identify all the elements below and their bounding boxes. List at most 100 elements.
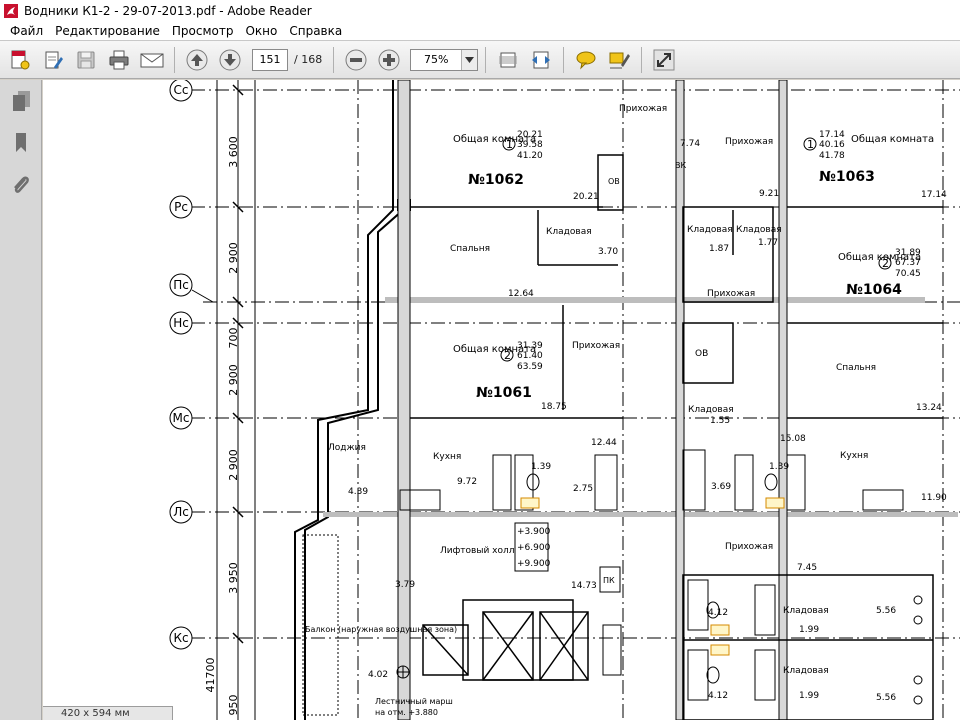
next-page-button[interactable] <box>216 46 244 74</box>
zoom-dropdown-button[interactable] <box>461 49 478 70</box>
room-type: Общая комната <box>851 134 934 145</box>
pages-panel-button[interactable] <box>8 88 34 114</box>
svg-text:Спальня: Спальня <box>450 244 490 254</box>
svg-text:17.14: 17.14 <box>921 190 947 200</box>
svg-text:11.90: 11.90 <box>921 493 947 503</box>
plus-circle-icon <box>378 49 400 70</box>
svg-text:63.59: 63.59 <box>517 362 543 372</box>
save-button[interactable] <box>72 46 100 74</box>
svg-text:13.24: 13.24 <box>916 403 942 413</box>
attachments-panel-button[interactable] <box>8 172 34 198</box>
expand-arrows-icon <box>653 49 675 70</box>
svg-text:ПК: ПК <box>603 576 615 585</box>
menu-help[interactable]: Справка <box>283 24 348 38</box>
email-button[interactable] <box>138 46 166 74</box>
svg-text:Кладовая: Кладовая <box>783 606 829 616</box>
svg-text:40.16: 40.16 <box>819 140 845 150</box>
apartment-number: №1061 <box>476 385 532 401</box>
svg-text:1: 1 <box>506 138 513 151</box>
navigation-panel <box>0 80 42 720</box>
menu-file[interactable]: Файл <box>4 24 49 38</box>
create-pdf-button[interactable] <box>6 46 34 74</box>
svg-text:12.44: 12.44 <box>591 438 617 448</box>
edit-pdf-button[interactable] <box>39 46 67 74</box>
svg-text:7.45: 7.45 <box>797 563 817 573</box>
zoom-in-button[interactable] <box>375 46 403 74</box>
svg-text:на отм. +3.880: на отм. +3.880 <box>375 708 438 717</box>
dimension-labels: 3 600 2 900 700 2 900 2 900 3 950 41700 … <box>204 136 240 715</box>
zoom-out-button[interactable] <box>342 46 370 74</box>
menu-view[interactable]: Просмотр <box>166 24 240 38</box>
bookmarks-panel-button[interactable] <box>8 130 34 156</box>
svg-text:+6.900: +6.900 <box>517 543 551 553</box>
svg-text:1.87: 1.87 <box>709 244 729 254</box>
fit-width-button[interactable] <box>527 46 555 74</box>
svg-text:3.79: 3.79 <box>395 580 415 590</box>
svg-text:1.39: 1.39 <box>769 462 789 472</box>
svg-text:2 900: 2 900 <box>227 449 240 481</box>
svg-text:Кладовая: Кладовая <box>736 225 782 235</box>
pages-icon <box>12 91 30 111</box>
arrow-up-circle-icon <box>186 49 208 70</box>
svg-text:ОВ: ОВ <box>695 349 708 359</box>
svg-text:41.20: 41.20 <box>517 151 543 161</box>
svg-text:12.64: 12.64 <box>508 289 534 299</box>
svg-text:4.02: 4.02 <box>368 670 388 680</box>
svg-text:67.37: 67.37 <box>895 258 921 268</box>
document-pencil-icon <box>45 51 63 69</box>
annotation-markers <box>520 497 785 656</box>
create-pdf-icon <box>11 50 30 69</box>
axis-label: Рс <box>174 200 188 214</box>
menu-edit[interactable]: Редактирование <box>49 24 166 38</box>
svg-text:70.45: 70.45 <box>895 269 921 279</box>
svg-text:1.39: 1.39 <box>531 462 551 472</box>
adobe-reader-icon <box>4 3 18 18</box>
svg-text:31.39: 31.39 <box>517 341 543 351</box>
svg-text:Кухня: Кухня <box>433 452 461 462</box>
toolbar-separator <box>485 46 487 73</box>
apartment-number: №1063 <box>819 169 875 185</box>
svg-text:2 900: 2 900 <box>227 242 240 274</box>
zoom-select[interactable] <box>410 48 479 71</box>
chevron-down-icon <box>465 56 475 63</box>
svg-text:3.70: 3.70 <box>598 247 618 257</box>
svg-text:Лоджия: Лоджия <box>328 443 366 453</box>
page-size-status: 420 x 594 мм <box>43 706 173 720</box>
svg-text:9.72: 9.72 <box>457 477 477 487</box>
svg-text:2.75: 2.75 <box>573 484 593 494</box>
svg-text:Прихожая: Прихожая <box>572 341 620 351</box>
expand-button[interactable] <box>650 46 678 74</box>
print-button[interactable] <box>105 46 133 74</box>
toolbar-separator <box>641 46 643 73</box>
svg-text:+9.900: +9.900 <box>517 559 551 569</box>
axis-label: Нс <box>173 316 189 330</box>
svg-text:3 600: 3 600 <box>227 136 240 168</box>
previous-page-button[interactable] <box>183 46 211 74</box>
svg-text:1.77: 1.77 <box>758 238 778 248</box>
svg-text:4.12: 4.12 <box>708 608 728 618</box>
fit-page-button[interactable] <box>494 46 522 74</box>
svg-text:Прихожая: Прихожая <box>725 542 773 552</box>
comment-button[interactable] <box>572 46 600 74</box>
zoom-input[interactable] <box>411 49 462 70</box>
svg-text:5.56: 5.56 <box>876 693 896 703</box>
svg-text:41700: 41700 <box>204 658 217 693</box>
menu-window[interactable]: Окно <box>239 24 283 38</box>
svg-text:14.73: 14.73 <box>571 581 597 591</box>
svg-text:3 950: 3 950 <box>227 562 240 594</box>
svg-text:Спальня: Спальня <box>836 363 876 373</box>
svg-text:1.55: 1.55 <box>710 416 730 426</box>
highlight-button[interactable] <box>605 46 633 74</box>
axis-label: Пс <box>173 278 189 292</box>
axis-label: Лс <box>173 505 189 519</box>
svg-text:5.56: 5.56 <box>876 606 896 616</box>
svg-text:1.99: 1.99 <box>799 691 819 701</box>
speech-bubble-icon <box>576 51 596 70</box>
svg-text:Кладовая: Кладовая <box>688 405 734 415</box>
document-view[interactable]: Сс Рс Пс Нс Мс Лс Кс 3 600 2 900 700 2 9… <box>43 80 960 720</box>
svg-text:1: 1 <box>807 138 814 151</box>
svg-text:+3.900: +3.900 <box>517 527 551 537</box>
page-number-input[interactable] <box>252 48 288 71</box>
svg-text:700: 700 <box>227 328 240 349</box>
svg-text:15.08: 15.08 <box>780 434 806 444</box>
